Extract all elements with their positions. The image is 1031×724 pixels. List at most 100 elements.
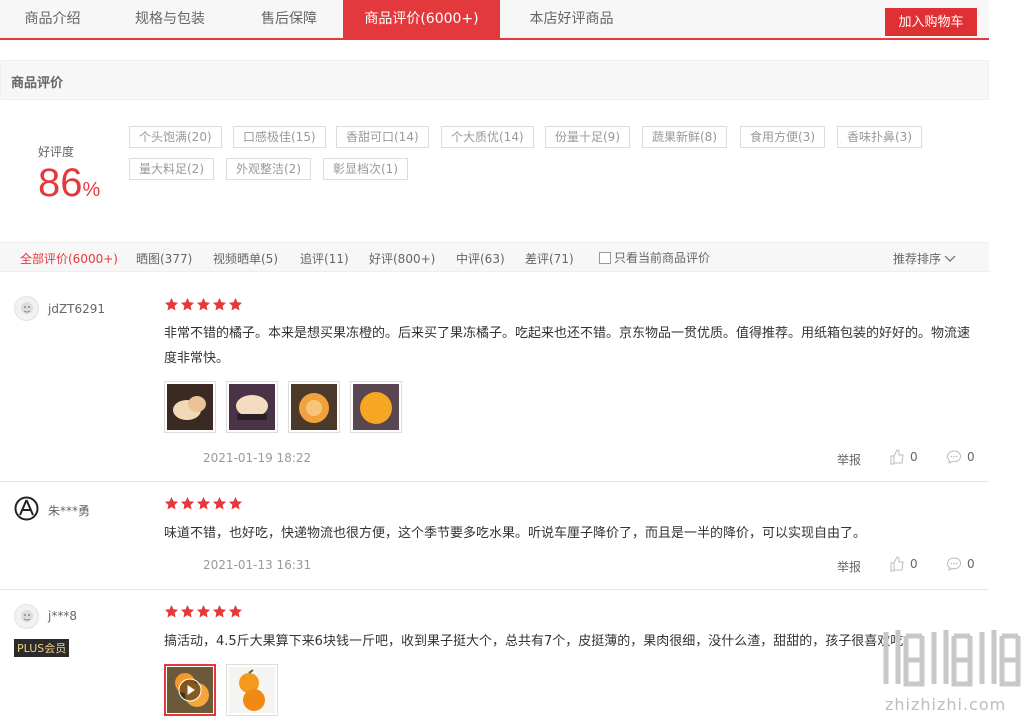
filter-negative[interactable]: 差评(71) [525, 250, 574, 267]
user-avatar-icon [21, 302, 33, 314]
plus-member-badge: PLUS会员 [14, 639, 70, 657]
comment-count: 0 [967, 557, 975, 571]
review-tag[interactable]: 外观整洁(2) [226, 158, 311, 180]
positive-rate-value: 86% [38, 160, 100, 213]
chevron-down-icon [944, 255, 956, 262]
positive-rate-label: 好评度 [38, 145, 75, 159]
thumbs-up-icon [890, 449, 904, 465]
filter-all[interactable]: 全部评价(6000+) [20, 250, 118, 267]
review-tag[interactable]: 香甜可口(14) [336, 126, 429, 148]
report-link[interactable]: 举报 [837, 558, 861, 575]
star-icon [180, 604, 195, 618]
tab-store-favorites[interactable]: 本店好评商品 [500, 0, 643, 38]
report-link[interactable]: 举报 [837, 451, 861, 468]
orange-photo [291, 384, 337, 430]
like-count: 0 [910, 450, 918, 464]
thumbs-up-icon [890, 556, 904, 572]
star-icon [212, 604, 227, 618]
orange-photo [167, 384, 213, 430]
review-content: 味道不错，也好吃，快递物流也很方便，这个季节要多吃水果。听说车厘子降价了，而且是… [164, 526, 867, 541]
comment-icon [946, 557, 962, 571]
rate-unit: % [82, 179, 101, 201]
review-content: 非常不错的橘子。本来是想买果冻橙的。后来买了果冻橘子。吃起来也还不错。京东物品一… [164, 326, 971, 366]
review-tag[interactable]: 口感极佳(15) [233, 126, 326, 148]
comment-count: 0 [967, 450, 975, 464]
tab-reviews[interactable]: 商品评价(6000+) [343, 0, 500, 38]
rate-number: 86 [38, 161, 83, 205]
star-icon [180, 297, 195, 311]
section-title: 商品评价 [11, 76, 64, 91]
tab-after-sales[interactable]: 售后保障 [235, 0, 343, 38]
star-icon [212, 297, 227, 311]
review-photo[interactable] [226, 664, 278, 716]
like-button[interactable]: 0 [889, 449, 918, 465]
watermark-logo [883, 630, 1021, 687]
star-icon [228, 496, 243, 510]
orange-photo [229, 384, 275, 430]
filter-photos[interactable]: 晒图(377) [136, 250, 192, 267]
review-video-thumb[interactable] [164, 664, 216, 716]
review-photo[interactable] [288, 381, 340, 433]
rating-stars [164, 297, 243, 312]
review-filter-bar: 全部评价(6000+) 晒图(377) 视频晒单(5) 追评(11) 好评(80… [0, 242, 989, 272]
review-tag[interactable]: 彰显档次(1) [323, 158, 408, 180]
star-icon [228, 604, 243, 618]
review-tag[interactable]: 个大质优(14) [441, 126, 534, 148]
review-item: 朱***勇 味道不错，也好吃，快递物流也很方便，这个季节要多吃水果。听说车厘子降… [0, 482, 989, 590]
star-icon [164, 496, 179, 510]
play-icon [178, 678, 202, 702]
review-tag[interactable]: 个头饱满(20) [129, 126, 222, 148]
user-avatar[interactable] [14, 604, 39, 629]
add-to-cart-button[interactable]: 加入购物车 [885, 8, 977, 36]
user-avatar-icon [21, 610, 33, 622]
review-tag[interactable]: 蔬果新鲜(8) [642, 126, 727, 148]
filter-neutral[interactable]: 中评(63) [456, 250, 505, 267]
star-icon [196, 604, 211, 618]
review-item: j***8 PLUS会员 搞活动，4.5斤大果算下来6块钱一斤吧，收到果子挺大个… [0, 590, 989, 724]
review-tag[interactable]: 香味扑鼻(3) [837, 126, 922, 148]
star-icon [164, 604, 179, 618]
comment-button[interactable]: 0 [946, 556, 975, 572]
tab-bar: 商品介绍 规格与包装 售后保障 商品评价(6000+) 本店好评商品 加入购物车 [0, 0, 989, 40]
username: jdZT6291 [48, 302, 106, 316]
username: 朱***勇 [48, 504, 91, 518]
rating-stars [164, 604, 243, 619]
review-photos [164, 381, 402, 433]
review-photo[interactable] [164, 381, 216, 433]
checkbox-box[interactable] [599, 251, 611, 264]
filter-positive[interactable]: 好评(800+) [369, 250, 435, 267]
sort-label: 推荐排序 [893, 252, 942, 266]
site-watermark: zhizhizhi.com [878, 620, 1028, 720]
filter-videos[interactable]: 视频晒单(5) [213, 250, 278, 267]
review-date: 2021-01-13 16:31 [203, 558, 312, 572]
tab-specs[interactable]: 规格与包装 [105, 0, 235, 38]
review-tag[interactable]: 食用方便(3) [740, 126, 825, 148]
comment-button[interactable]: 0 [946, 449, 975, 465]
sort-dropdown[interactable]: 推荐排序 [893, 250, 956, 267]
like-count: 0 [910, 557, 918, 571]
rating-stars [164, 496, 243, 511]
review-photo[interactable] [226, 381, 278, 433]
star-icon [196, 297, 211, 311]
review-item: jdZT6291 非常不错的橘子。本来是想买果冻橙的。后来买了果冻橘子。吃起来也… [0, 272, 989, 482]
user-avatar[interactable] [14, 296, 39, 321]
like-button[interactable]: 0 [889, 556, 918, 572]
orange-photo [229, 667, 275, 713]
section-header: 商品评价 [0, 60, 989, 100]
tab-product-intro[interactable]: 商品介绍 [0, 0, 105, 38]
watermark-text: zhizhizhi.com [885, 695, 1007, 714]
review-tag[interactable]: 份量十足(9) [545, 126, 630, 148]
checkbox-label: 只看当前商品评价 [614, 251, 711, 265]
filter-followup[interactable]: 追评(11) [300, 250, 349, 267]
review-date: 2021-01-19 18:22 [203, 451, 312, 465]
user-avatar[interactable] [14, 496, 39, 521]
star-icon [196, 496, 211, 510]
review-photo[interactable] [350, 381, 402, 433]
username: j***8 [48, 609, 77, 623]
comment-icon [946, 450, 962, 464]
star-icon [228, 297, 243, 311]
only-current-product-checkbox[interactable]: 只看当前商品评价 [599, 249, 710, 266]
review-media [164, 664, 278, 716]
review-tag[interactable]: 量大料足(2) [129, 158, 214, 180]
star-icon [212, 496, 227, 510]
